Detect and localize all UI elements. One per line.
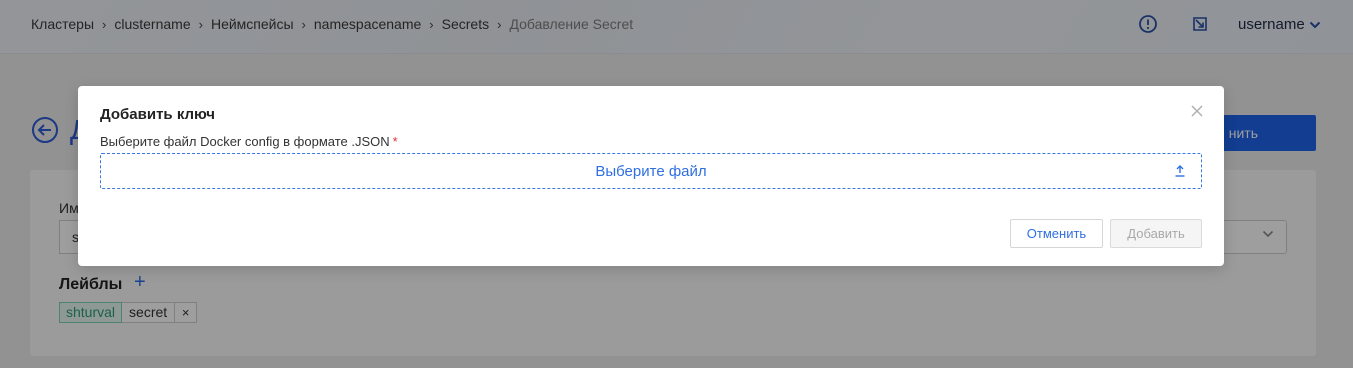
file-dropzone[interactable]: Выберите файл: [100, 153, 1202, 189]
upload-icon: [1175, 165, 1185, 177]
required-mark: *: [392, 134, 398, 149]
add-key-modal: Добавить ключ Выберите файл Docker confi…: [78, 86, 1224, 266]
cancel-button[interactable]: Отменить: [1010, 219, 1103, 248]
close-icon[interactable]: [1189, 103, 1205, 119]
choose-file-text: Выберите файл: [595, 163, 707, 180]
modal-title: Добавить ключ: [100, 106, 215, 123]
add-button[interactable]: Добавить: [1110, 219, 1202, 248]
file-field-label: Выберите файл Docker config в формате .J…: [100, 134, 398, 149]
file-field-label-text: Выберите файл Docker config в формате .J…: [100, 134, 390, 149]
